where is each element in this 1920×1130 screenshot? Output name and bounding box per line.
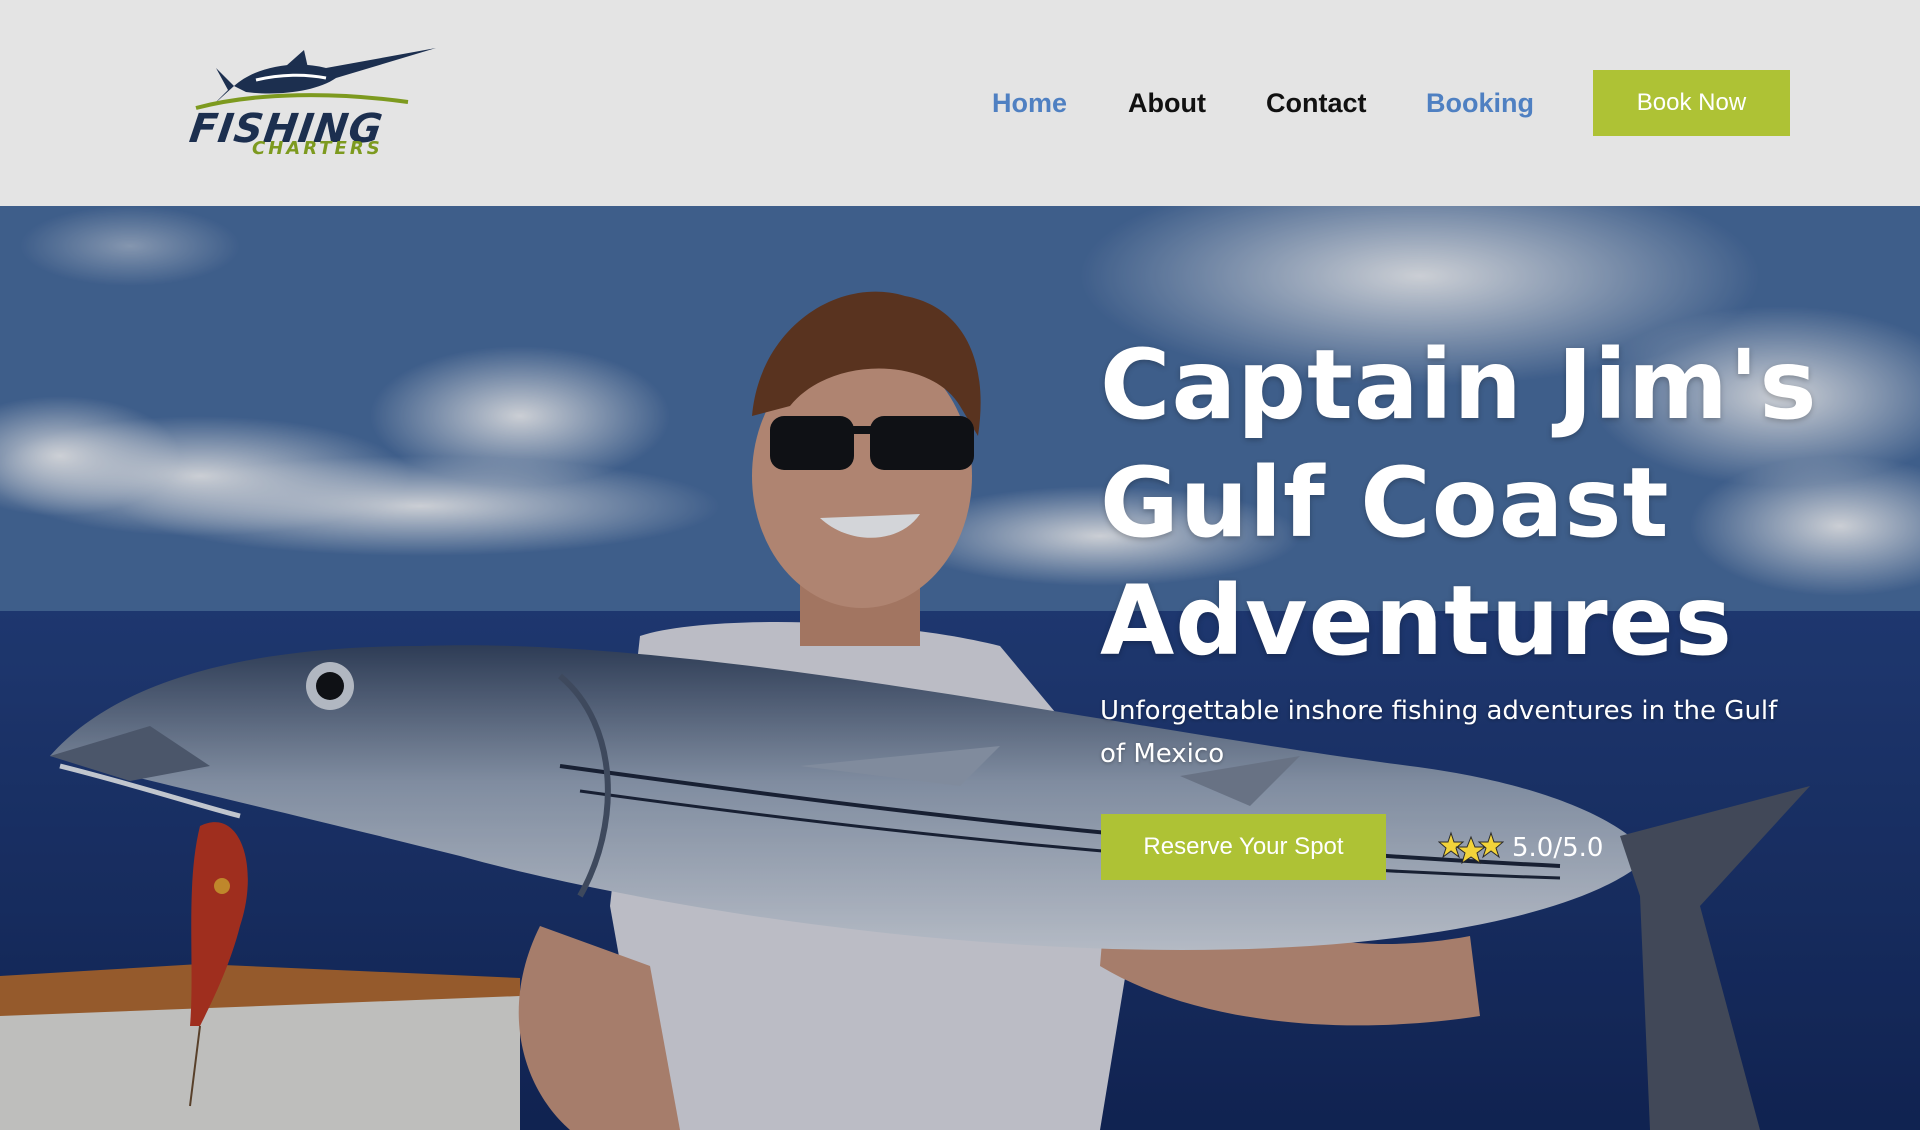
rating: 5.0/5.0 xyxy=(1438,828,1603,868)
nav-contact[interactable]: Contact xyxy=(1266,82,1367,124)
rating-text: 5.0/5.0 xyxy=(1512,833,1604,863)
logo-subtitle: CHARTERS xyxy=(252,138,383,159)
nav-home[interactable]: Home xyxy=(992,82,1067,124)
nav-about[interactable]: About xyxy=(1128,82,1206,124)
hero-section: Captain Jim's Gulf Coast Adventures Unfo… xyxy=(0,206,1920,1130)
book-now-button[interactable]: Book Now xyxy=(1593,70,1790,136)
fishing-charters-logo[interactable]: FISHING CHARTERS xyxy=(186,46,440,162)
star-icon xyxy=(1438,831,1504,865)
headline-line: Captain Jim's xyxy=(1100,329,1818,441)
headline-line: Adventures xyxy=(1100,565,1733,677)
headline-line: Gulf Coast xyxy=(1100,447,1670,559)
hero-headline: Captain Jim's Gulf Coast Adventures xyxy=(1100,326,1860,680)
hero-subtitle: Unforgettable inshore fishing adventures… xyxy=(1100,696,1778,769)
nav-booking[interactable]: Booking xyxy=(1426,82,1534,124)
reserve-your-spot-button[interactable]: Reserve Your Spot xyxy=(1101,814,1386,880)
site-header: FISHING CHARTERS Home About Contact Book… xyxy=(0,0,1920,206)
